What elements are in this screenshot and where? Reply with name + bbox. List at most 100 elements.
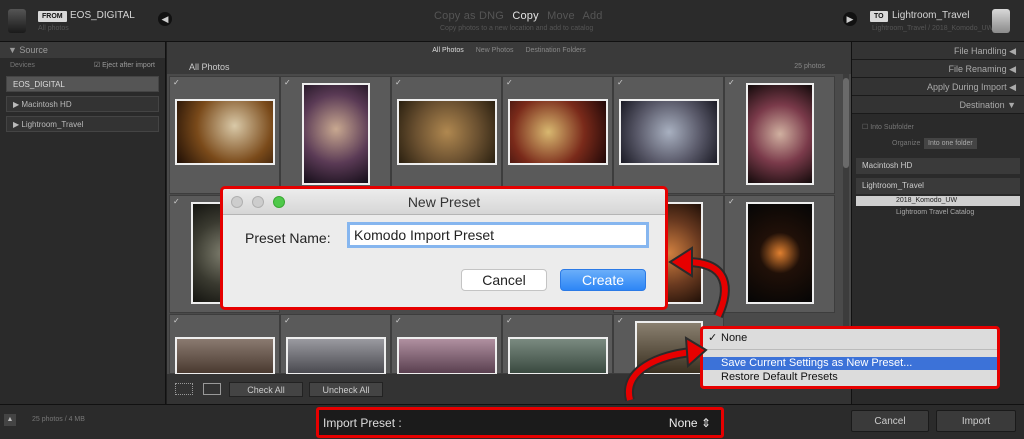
photo-checkbox[interactable]: ✓ xyxy=(617,78,624,87)
source-name[interactable]: EOS_DIGITAL xyxy=(70,10,135,21)
photo-cell[interactable]: ✓ xyxy=(613,76,724,194)
tab-new-photos[interactable]: New Photos xyxy=(476,47,514,54)
destination-drive-icon[interactable] xyxy=(992,9,1010,33)
loupe-view-icon[interactable] xyxy=(203,383,221,395)
cancel-import-button[interactable]: Cancel xyxy=(851,410,929,432)
photo-checkbox[interactable]: ✓ xyxy=(284,78,291,87)
organize-select[interactable]: Into one folder xyxy=(924,138,977,149)
photo-thumbnail xyxy=(286,337,386,375)
photo-checkbox[interactable]: ✓ xyxy=(173,78,180,87)
import-mode-selector: Copy as DNG Copy Move Add xyxy=(434,10,608,22)
photo-thumbnail xyxy=(746,83,814,185)
grid-view-icon[interactable] xyxy=(175,383,193,395)
photo-cell[interactable]: ✓ xyxy=(280,76,391,194)
import-preset-label: Import Preset : xyxy=(323,416,402,430)
scroll-thumb[interactable] xyxy=(843,78,849,168)
menu-item-restore-defaults[interactable]: Restore Default Presets xyxy=(703,371,997,384)
mode-add[interactable]: Add xyxy=(582,10,602,22)
photo-cell[interactable]: ✓ xyxy=(502,76,613,194)
mode-copy-as-dng[interactable]: Copy as DNG xyxy=(434,10,504,22)
photo-cell[interactable]: ✓ xyxy=(724,76,835,194)
import-preset-value: None ⇕ xyxy=(668,416,711,430)
grid-title: All Photos xyxy=(189,62,230,72)
to-tag: TO xyxy=(870,11,888,22)
source-drive-icon[interactable] xyxy=(8,9,26,33)
expand-icon[interactable]: ▲ xyxy=(4,414,16,426)
destination-name[interactable]: Lightroom_Travel xyxy=(892,10,969,21)
minimize-window-icon[interactable] xyxy=(252,196,264,208)
tab-destination-folders[interactable]: Destination Folders xyxy=(525,47,585,54)
photo-thumbnail xyxy=(619,99,719,165)
menu-item-none[interactable]: ✓ None xyxy=(703,332,997,345)
dialog-create-button[interactable]: Create xyxy=(560,269,646,291)
mode-description: Copy photos to a new location and add to… xyxy=(440,25,594,32)
section-apply-during-import[interactable]: Apply During Import ◀ xyxy=(852,78,1024,96)
photo-cell[interactable]: ✓ xyxy=(502,314,613,375)
check-all-button[interactable]: Check All xyxy=(229,382,303,397)
organize-row: Organize Into one folder xyxy=(852,136,1024,152)
uncheck-all-button[interactable]: Uncheck All xyxy=(309,382,383,397)
dest-item-lightroom-travel[interactable]: Lightroom_Travel xyxy=(856,178,1020,194)
dialog-cancel-button[interactable]: Cancel xyxy=(461,269,547,291)
preset-name-label: Preset Name: xyxy=(245,230,331,246)
tab-all-photos[interactable]: All Photos xyxy=(432,47,464,54)
source-subtitle: All photos xyxy=(38,25,69,32)
from-tag: FROM xyxy=(38,11,67,22)
source-item-lightroom-travel[interactable]: ▶ Lightroom_Travel xyxy=(6,116,159,132)
section-file-renaming[interactable]: File Renaming ◀ xyxy=(852,60,1024,78)
photo-count: 25 photos xyxy=(794,63,825,70)
photo-cell[interactable]: ✓ xyxy=(280,314,391,375)
source-item-macintosh-hd[interactable]: ▶ Macintosh HD xyxy=(6,96,159,112)
photo-checkbox[interactable]: ✓ xyxy=(395,316,402,325)
mode-move[interactable]: Move xyxy=(547,10,575,22)
preset-name-input[interactable] xyxy=(347,222,649,248)
import-button[interactable]: Import xyxy=(936,410,1016,432)
folder-lightroom-catalog[interactable]: Lightroom Travel Catalog xyxy=(856,208,1020,218)
organize-label: Organize xyxy=(892,140,921,147)
grid-tabs: All Photos New Photos Destination Folder… xyxy=(167,42,851,60)
section-file-handling[interactable]: File Handling ◀ xyxy=(852,42,1024,60)
import-preset-select[interactable]: Import Preset : None ⇕ xyxy=(316,407,724,438)
checkmark-icon: ✓ xyxy=(708,332,718,344)
photo-checkbox[interactable]: ✓ xyxy=(173,197,180,206)
photo-cell[interactable]: ✓ xyxy=(169,76,280,194)
photo-thumbnail xyxy=(175,337,275,375)
section-destination[interactable]: Destination ▼ xyxy=(852,96,1024,114)
collapse-icon: ▼ xyxy=(8,45,20,55)
photo-checkbox[interactable]: ✓ xyxy=(728,197,735,206)
arrow-right-icon: ▶ xyxy=(843,12,857,26)
dest-item-macintosh-hd[interactable]: Macintosh HD xyxy=(856,158,1020,174)
photo-thumbnail xyxy=(397,99,497,165)
into-subfolder-checkbox[interactable]: ☐ Into Subfolder xyxy=(852,120,1024,136)
photo-cell[interactable]: ✓ xyxy=(169,314,280,375)
photo-thumbnail xyxy=(746,202,814,304)
folder-2018-komodo-uw[interactable]: 2018_Komodo_UW xyxy=(856,196,1020,206)
photo-checkbox[interactable]: ✓ xyxy=(728,78,735,87)
updown-icon: ⇕ xyxy=(700,416,711,430)
photo-checkbox[interactable]: ✓ xyxy=(617,316,624,325)
photo-cell[interactable]: ✓ xyxy=(391,314,502,375)
source-header[interactable]: ▼ Source xyxy=(0,42,165,58)
photo-checkbox[interactable]: ✓ xyxy=(173,316,180,325)
menu-item-save-preset[interactable]: Save Current Settings as New Preset... xyxy=(703,357,997,370)
photo-checkbox[interactable]: ✓ xyxy=(506,78,513,87)
photo-checkbox[interactable]: ✓ xyxy=(284,316,291,325)
dialog-title: New Preset xyxy=(407,194,481,210)
photo-thumbnail xyxy=(635,321,703,375)
photo-thumbnail xyxy=(508,337,608,375)
dialog-titlebar: New Preset xyxy=(223,189,665,215)
zoom-window-icon[interactable] xyxy=(273,196,285,208)
grid-header: All Photos 25 photos xyxy=(167,60,851,74)
source-item-eos-digital[interactable]: EOS_DIGITAL xyxy=(6,76,159,92)
photo-thumbnail xyxy=(175,99,275,165)
mode-copy[interactable]: Copy xyxy=(512,10,538,22)
eject-checkbox[interactable]: ☑ Eject after import xyxy=(94,58,155,74)
photo-cell[interactable]: ✓ xyxy=(724,195,835,313)
menu-separator xyxy=(703,349,997,350)
devices-row: Devices ☑ Eject after import xyxy=(0,58,165,74)
photo-checkbox[interactable]: ✓ xyxy=(506,316,513,325)
photo-cell[interactable]: ✓ xyxy=(391,76,502,194)
close-window-icon[interactable] xyxy=(231,196,243,208)
photo-checkbox[interactable]: ✓ xyxy=(395,78,402,87)
import-footer: ▲ 25 photos / 4 MB Import Preset : None … xyxy=(0,404,1024,439)
